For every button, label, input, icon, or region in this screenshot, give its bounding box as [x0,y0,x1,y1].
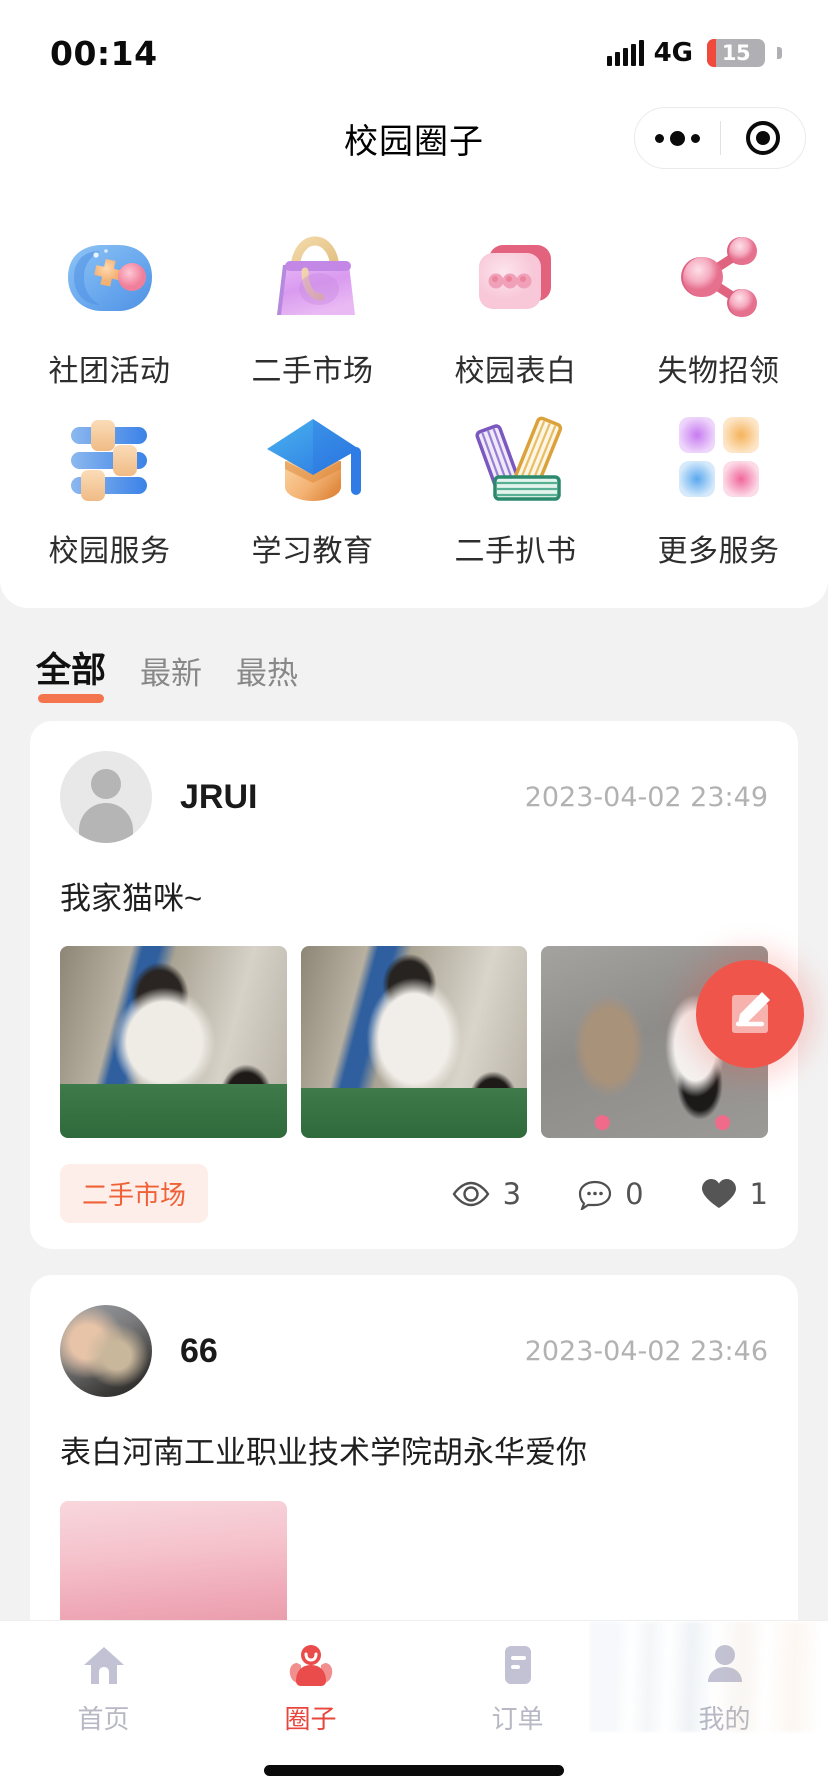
post-image[interactable] [300,946,528,1139]
eye-icon [452,1181,490,1207]
like-count[interactable]: 1 [700,1177,768,1211]
comment-count: 0 [577,1176,644,1211]
post-image-gallery [60,946,769,1139]
home-indicator [264,1765,564,1776]
person-icon [699,1639,751,1691]
graduation-cap-icon [253,402,373,512]
grid-item-label: 社团活动 [48,355,171,388]
nav-bar: 校园圈子 [0,88,828,188]
grid-item-more-services[interactable]: 更多服务 [617,394,820,574]
post-username: 66 [180,1331,218,1370]
post-timestamp: 2023-04-02 23:46 [524,1335,768,1367]
bottom-tabbar: 首页 圈子 订单 我的 [0,1620,828,1792]
post-stats: 3 0 1 [451,1177,768,1211]
order-list-icon [492,1639,544,1691]
status-bar: 00:14 4G 15 [0,0,828,88]
grid-item-secondhand-market[interactable]: 二手市场 [211,214,414,394]
filter-tab-all[interactable]: 全部 [36,642,106,703]
view-count: 3 [451,1177,521,1211]
grid-item-label: 更多服务 [657,535,780,568]
tab-home[interactable]: 首页 [0,1639,207,1736]
target-circle-icon [745,121,780,155]
post-header: 66 2023-04-02 23:46 [60,1305,768,1398]
grid-item-label: 学习教育 [251,535,374,568]
status-indicators: 4G 15 [606,38,782,68]
compose-post-button[interactable] [696,960,804,1068]
battery-icon: 15 [707,39,765,67]
grid-item-secondhand-books[interactable]: 二手扒书 [414,394,617,574]
tab-circle[interactable]: 圈子 [207,1639,414,1736]
category-grid-panel: 社团活动 二手市场 校园表白 失物招领 校园服务 学习教育 二手扒书 更多服务 [0,188,828,608]
post-footer: 二手市场 3 0 1 [60,1164,768,1224]
battery-tip [777,47,782,59]
grid-item-label: 校园表白 [454,355,577,388]
more-menu-button[interactable] [635,130,720,146]
grid-item-club-activities[interactable]: 社团活动 [8,214,211,394]
tab-label: 我的 [698,1704,751,1734]
grid-row-2: 校园服务 学习教育 二手扒书 更多服务 [8,394,820,574]
post-image[interactable] [60,946,287,1139]
people-circle-icon [285,1639,337,1691]
filter-tab-hottest[interactable]: 最热 [236,648,298,703]
grid-item-label: 二手扒书 [454,535,577,568]
compose-edit-icon [732,992,770,1033]
tab-profile[interactable]: 我的 [621,1639,828,1736]
grid-item-campus-confession[interactable]: 校园表白 [414,214,617,394]
comment-bubble-icon [578,1180,612,1210]
grid-item-lost-and-found[interactable]: 失物招领 [617,214,820,394]
status-time: 00:14 [50,33,158,73]
page-title: 校园圈子 [344,122,484,161]
battery-level-label: 15 [721,41,751,65]
comment-count-label: 0 [625,1176,644,1211]
grid-item-learning-education[interactable]: 学习教育 [211,394,414,574]
post-header: JRUI 2023-04-02 23:49 [60,751,768,843]
post-username: JRUI [180,777,258,816]
filter-tabs: 全部 最新 最热 [0,608,828,721]
post-card[interactable]: JRUI 2023-04-02 23:49 我家猫咪~ 二手市场 3 0 1 [30,721,798,1250]
share-nodes-icon [659,222,779,332]
wechat-capsule-menu[interactable] [634,107,806,169]
avatar[interactable] [60,1305,152,1398]
sliders-icon [50,402,170,512]
grid-item-label: 失物招领 [657,355,780,388]
tab-orders[interactable]: 订单 [414,1639,621,1736]
grid-item-label: 校园服务 [48,535,171,568]
home-icon [78,1639,130,1691]
like-count-label: 1 [749,1176,768,1211]
post-category-tag[interactable]: 二手市场 [60,1164,209,1224]
more-dots-icon [654,130,700,146]
gamepad-icon [50,222,170,332]
grid-item-campus-services[interactable]: 校园服务 [8,394,211,574]
tab-label: 圈子 [284,1704,337,1734]
handbag-icon [253,222,373,332]
avatar[interactable] [60,751,152,843]
close-miniprogram-button[interactable] [721,121,806,155]
filter-tab-newest[interactable]: 最新 [140,648,202,703]
tab-label: 订单 [491,1704,544,1734]
view-count-label: 3 [502,1176,522,1211]
network-type-label: 4G [653,38,693,68]
chat-bubble-icon [456,222,576,332]
post-timestamp: 2023-04-02 23:49 [524,781,768,813]
grid-row-1: 社团活动 二手市场 校园表白 失物招领 [8,214,820,394]
post-text: 表白河南工业职业技术学院胡永华爱你 [60,1435,587,1471]
grid-item-label: 二手市场 [251,355,374,388]
signal-bars-icon [606,40,644,66]
post-feed: JRUI 2023-04-02 23:49 我家猫咪~ 二手市场 3 0 1 6… [0,721,828,1719]
tab-label: 首页 [77,1704,130,1734]
grid-squares-icon [659,402,779,512]
post-text: 我家猫咪~ [60,881,203,916]
books-icon [456,402,576,512]
heart-icon [701,1178,736,1208]
